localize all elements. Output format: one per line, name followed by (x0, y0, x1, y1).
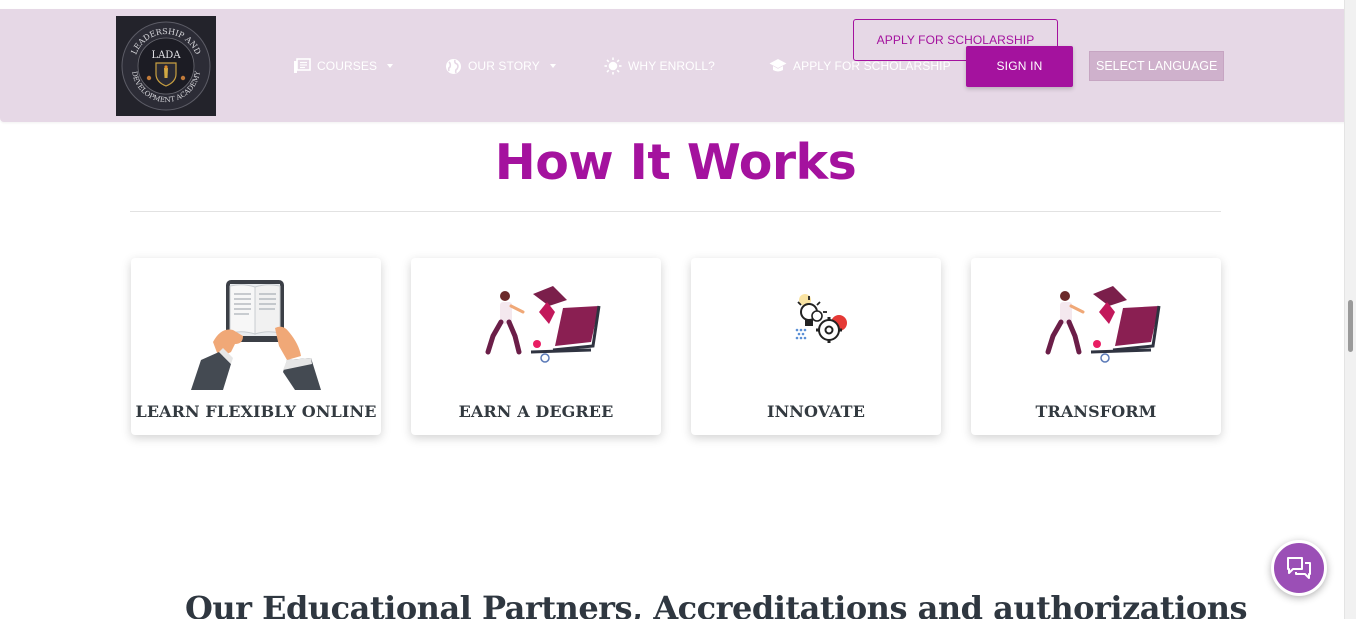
card-transform[interactable]: TRANSFORM (971, 258, 1221, 435)
card-innovate[interactable]: INNOVATE (691, 258, 941, 435)
logo-text: LADA (151, 50, 181, 61)
sun-icon (604, 57, 622, 75)
partners-heading: Our Educational Partners, Accreditations… (185, 589, 1247, 619)
page-title: How It Works (494, 134, 857, 191)
card-earn-degree[interactable]: EARN A DEGREE (411, 258, 661, 435)
graduate-laptop-icon (971, 272, 1221, 390)
divider (130, 211, 1221, 212)
scrollbar-thumb[interactable] (1348, 300, 1353, 352)
card-label: EARN A DEGREE (458, 402, 614, 421)
card-label: LEARN FLEXIBLY ONLINE (135, 402, 377, 421)
chevron-down-icon (387, 64, 394, 68)
nav-why-enroll-label: WHY ENROLL? (628, 59, 715, 73)
nav-courses-label: COURSES (317, 59, 378, 73)
nav-why-enroll[interactable]: WHY ENROLL? (604, 56, 715, 76)
site-logo[interactable]: LEADERSHIP AND DEVELOPMENT ACADEMY LADA (116, 16, 216, 116)
globe-icon (444, 57, 462, 75)
nav-apply-scholarship-label: APPLY FOR SCHOLARSHIP (793, 59, 951, 73)
nav-our-story[interactable]: OUR STORY (444, 56, 556, 76)
page: LEADERSHIP AND DEVELOPMENT ACADEMY LADA … (0, 0, 1356, 619)
graduate-laptop-icon (411, 272, 661, 390)
nav-courses[interactable]: COURSES (293, 56, 394, 76)
vertical-scrollbar[interactable] (1344, 0, 1356, 619)
card-learn-flexibly[interactable]: LEARN FLEXIBLY ONLINE (131, 258, 381, 435)
card-label: TRANSFORM (1035, 402, 1157, 421)
card-label: INNOVATE (766, 402, 865, 421)
tablet-reading-icon (131, 272, 381, 390)
chat-button[interactable] (1271, 540, 1327, 596)
book-icon (293, 57, 311, 75)
graduation-cap-icon (769, 57, 787, 75)
sign-in-button[interactable]: SIGN IN (966, 46, 1073, 87)
chat-bubbles-icon (1286, 556, 1312, 580)
lightbulb-gears-icon (691, 272, 941, 390)
chevron-down-icon (549, 64, 556, 68)
nav-our-story-label: OUR STORY (468, 59, 540, 73)
language-select[interactable]: SELECT LANGUAGE (1089, 51, 1224, 81)
